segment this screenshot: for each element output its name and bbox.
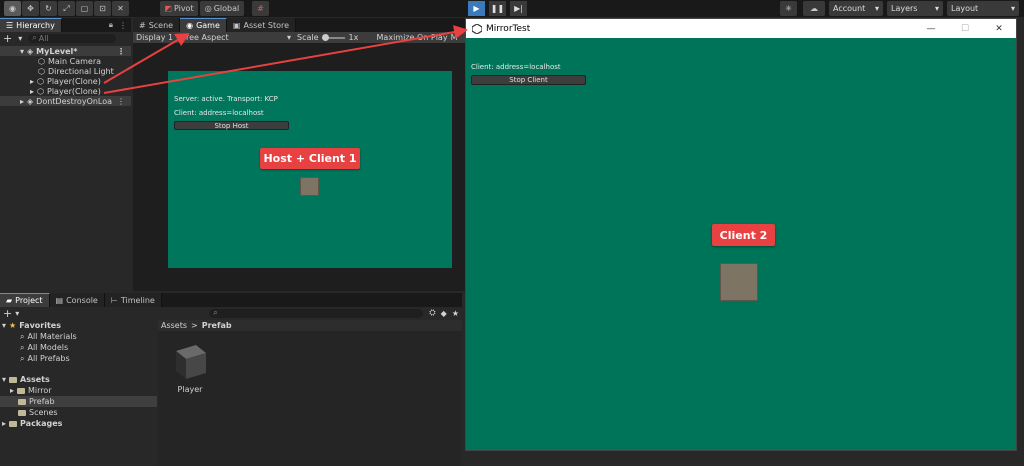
- unity-editor: ◉ ✥ ↻ ⤢ ▢ ⊡ ✕ ◩ Pivot ◎ Global # ▶ ❚❚ ▶| ✳…: [0, 0, 1024, 466]
- arrow-to-client-window: [103, 25, 468, 94]
- arrow-to-game-tab: [103, 32, 190, 84]
- annotation-arrows: [103, 25, 468, 94]
